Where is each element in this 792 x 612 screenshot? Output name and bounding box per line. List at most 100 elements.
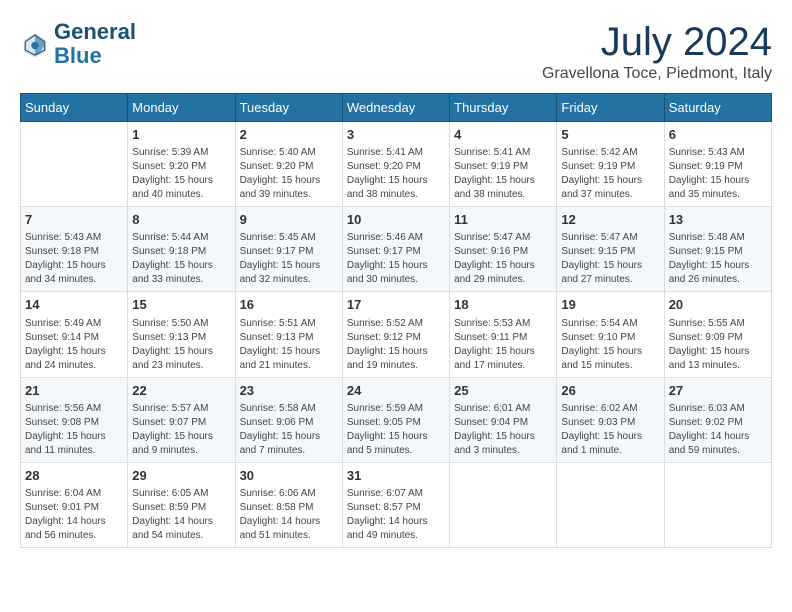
day-info: Sunrise: 5:59 AM Sunset: 9:05 PM Dayligh… — [347, 402, 445, 458]
weekday-header: Sunday — [21, 94, 128, 122]
day-info: Sunrise: 5:43 AM Sunset: 9:18 PM Dayligh… — [25, 231, 123, 287]
calendar-week-row: 7 Sunrise: 5:43 AM Sunset: 9:18 PM Daylig… — [21, 207, 772, 292]
calendar-cell: 12 Sunrise: 5:47 AM Sunset: 9:15 PM Dayli… — [557, 207, 664, 292]
calendar-cell: 29 Sunrise: 6:05 AM Sunset: 8:59 PM Dayli… — [128, 462, 235, 547]
day-info: Sunrise: 5:40 AM Sunset: 9:20 PM Dayligh… — [240, 146, 338, 202]
day-info: Sunrise: 6:02 AM Sunset: 9:03 PM Dayligh… — [561, 402, 659, 458]
calendar-cell: 22Sunrise: 5:57 AM Sunset: 9:07 PM Dayli… — [128, 377, 235, 462]
month-title: July 2024 — [542, 20, 772, 65]
title-area: July 2024 Gravellona Toce, Piedmont, Ita… — [542, 20, 772, 83]
day-info: Sunrise: 5:55 AM Sunset: 9:09 PM Dayligh… — [669, 317, 767, 373]
calendar-header: SundayMondayTuesdayWednesdayThursdayFrid… — [21, 94, 772, 122]
day-info: Sunrise: 5:44 AM Sunset: 9:18 PM Dayligh… — [132, 231, 230, 287]
day-info: Sunrise: 6:07 AM Sunset: 8:57 PM Dayligh… — [347, 487, 445, 543]
day-number: 20 — [669, 296, 767, 314]
day-info: Sunrise: 5:47 AM Sunset: 9:15 PM Dayligh… — [561, 231, 659, 287]
calendar-cell: 26Sunrise: 6:02 AM Sunset: 9:03 PM Dayli… — [557, 377, 664, 462]
weekday-header: Thursday — [450, 94, 557, 122]
day-number: 30 — [240, 467, 338, 485]
day-number: 27 — [669, 382, 767, 400]
calendar-cell: 14Sunrise: 5:49 AM Sunset: 9:14 PM Dayli… — [21, 292, 128, 377]
calendar-cell: 13 Sunrise: 5:48 AM Sunset: 9:15 PM Dayli… — [664, 207, 771, 292]
calendar-cell — [21, 122, 128, 207]
calendar-cell: 31 Sunrise: 6:07 AM Sunset: 8:57 PM Dayli… — [342, 462, 449, 547]
weekday-header: Monday — [128, 94, 235, 122]
day-number: 10 — [347, 211, 445, 229]
calendar-cell: 1Sunrise: 5:39 AM Sunset: 9:20 PM Daylig… — [128, 122, 235, 207]
logo: General Blue — [20, 20, 136, 68]
calendar-cell: 17 Sunrise: 5:52 AM Sunset: 9:12 PM Dayli… — [342, 292, 449, 377]
day-number: 1 — [132, 126, 230, 144]
day-number: 18 — [454, 296, 552, 314]
day-number: 5 — [561, 126, 659, 144]
day-number: 23 — [240, 382, 338, 400]
day-number: 16 — [240, 296, 338, 314]
calendar-cell: 3 Sunrise: 5:41 AM Sunset: 9:20 PM Daylig… — [342, 122, 449, 207]
day-info: Sunrise: 5:43 AM Sunset: 9:19 PM Dayligh… — [669, 146, 767, 202]
calendar-cell: 16 Sunrise: 5:51 AM Sunset: 9:13 PM Dayli… — [235, 292, 342, 377]
day-info: Sunrise: 5:41 AM Sunset: 9:19 PM Dayligh… — [454, 146, 552, 202]
day-info: Sunrise: 5:51 AM Sunset: 9:13 PM Dayligh… — [240, 317, 338, 373]
day-info: Sunrise: 5:53 AM Sunset: 9:11 PM Dayligh… — [454, 317, 552, 373]
day-number: 7 — [25, 211, 123, 229]
header-row: SundayMondayTuesdayWednesdayThursdayFrid… — [21, 94, 772, 122]
day-info: Sunrise: 5:52 AM Sunset: 9:12 PM Dayligh… — [347, 317, 445, 373]
calendar-cell: 28Sunrise: 6:04 AM Sunset: 9:01 PM Dayli… — [21, 462, 128, 547]
day-info: Sunrise: 5:58 AM Sunset: 9:06 PM Dayligh… — [240, 402, 338, 458]
calendar-week-row: 21Sunrise: 5:56 AM Sunset: 9:08 PM Dayli… — [21, 377, 772, 462]
calendar-cell: 5 Sunrise: 5:42 AM Sunset: 9:19 PM Daylig… — [557, 122, 664, 207]
calendar-cell: 15Sunrise: 5:50 AM Sunset: 9:13 PM Dayli… — [128, 292, 235, 377]
day-info: Sunrise: 6:05 AM Sunset: 8:59 PM Dayligh… — [132, 487, 230, 543]
calendar-cell: 27 Sunrise: 6:03 AM Sunset: 9:02 PM Dayli… — [664, 377, 771, 462]
calendar-cell: 8 Sunrise: 5:44 AM Sunset: 9:18 PM Daylig… — [128, 207, 235, 292]
logo-text: General Blue — [54, 20, 136, 68]
calendar-cell: 9Sunrise: 5:45 AM Sunset: 9:17 PM Daylig… — [235, 207, 342, 292]
day-number: 9 — [240, 211, 338, 229]
day-info: Sunrise: 5:48 AM Sunset: 9:15 PM Dayligh… — [669, 231, 767, 287]
day-number: 13 — [669, 211, 767, 229]
calendar-cell: 24 Sunrise: 5:59 AM Sunset: 9:05 PM Dayli… — [342, 377, 449, 462]
day-number: 11 — [454, 211, 552, 229]
day-info: Sunrise: 5:42 AM Sunset: 9:19 PM Dayligh… — [561, 146, 659, 202]
location-title: Gravellona Toce, Piedmont, Italy — [542, 65, 772, 83]
day-number: 19 — [561, 296, 659, 314]
logo-icon — [20, 29, 50, 59]
day-number: 29 — [132, 467, 230, 485]
day-number: 3 — [347, 126, 445, 144]
day-info: Sunrise: 6:03 AM Sunset: 9:02 PM Dayligh… — [669, 402, 767, 458]
calendar-cell — [450, 462, 557, 547]
calendar-cell: 25 Sunrise: 6:01 AM Sunset: 9:04 PM Dayli… — [450, 377, 557, 462]
calendar-week-row: 14Sunrise: 5:49 AM Sunset: 9:14 PM Dayli… — [21, 292, 772, 377]
day-number: 17 — [347, 296, 445, 314]
weekday-header: Saturday — [664, 94, 771, 122]
day-info: Sunrise: 6:06 AM Sunset: 8:58 PM Dayligh… — [240, 487, 338, 543]
day-info: Sunrise: 5:49 AM Sunset: 9:14 PM Dayligh… — [25, 317, 123, 373]
day-info: Sunrise: 5:41 AM Sunset: 9:20 PM Dayligh… — [347, 146, 445, 202]
day-number: 2 — [240, 126, 338, 144]
page-header: General Blue July 2024 Gravellona Toce, … — [20, 20, 772, 83]
day-number: 25 — [454, 382, 552, 400]
day-number: 15 — [132, 296, 230, 314]
day-number: 8 — [132, 211, 230, 229]
day-info: Sunrise: 5:47 AM Sunset: 9:16 PM Dayligh… — [454, 231, 552, 287]
calendar-cell: 2 Sunrise: 5:40 AM Sunset: 9:20 PM Daylig… — [235, 122, 342, 207]
day-number: 22 — [132, 382, 230, 400]
day-info: Sunrise: 6:04 AM Sunset: 9:01 PM Dayligh… — [25, 487, 123, 543]
calendar-cell: 19Sunrise: 5:54 AM Sunset: 9:10 PM Dayli… — [557, 292, 664, 377]
calendar-cell: 30 Sunrise: 6:06 AM Sunset: 8:58 PM Dayli… — [235, 462, 342, 547]
calendar-body: 1Sunrise: 5:39 AM Sunset: 9:20 PM Daylig… — [21, 122, 772, 548]
day-info: Sunrise: 5:46 AM Sunset: 9:17 PM Dayligh… — [347, 231, 445, 287]
calendar-cell: 4Sunrise: 5:41 AM Sunset: 9:19 PM Daylig… — [450, 122, 557, 207]
calendar-cell: 10 Sunrise: 5:46 AM Sunset: 9:17 PM Dayli… — [342, 207, 449, 292]
calendar-cell: 11 Sunrise: 5:47 AM Sunset: 9:16 PM Dayli… — [450, 207, 557, 292]
day-number: 12 — [561, 211, 659, 229]
calendar-cell — [664, 462, 771, 547]
calendar-cell: 20 Sunrise: 5:55 AM Sunset: 9:09 PM Dayli… — [664, 292, 771, 377]
calendar-cell: 7 Sunrise: 5:43 AM Sunset: 9:18 PM Daylig… — [21, 207, 128, 292]
day-number: 31 — [347, 467, 445, 485]
calendar-cell: 21Sunrise: 5:56 AM Sunset: 9:08 PM Dayli… — [21, 377, 128, 462]
calendar-table: SundayMondayTuesdayWednesdayThursdayFrid… — [20, 93, 772, 548]
weekday-header: Wednesday — [342, 94, 449, 122]
day-number: 24 — [347, 382, 445, 400]
day-info: Sunrise: 6:01 AM Sunset: 9:04 PM Dayligh… — [454, 402, 552, 458]
